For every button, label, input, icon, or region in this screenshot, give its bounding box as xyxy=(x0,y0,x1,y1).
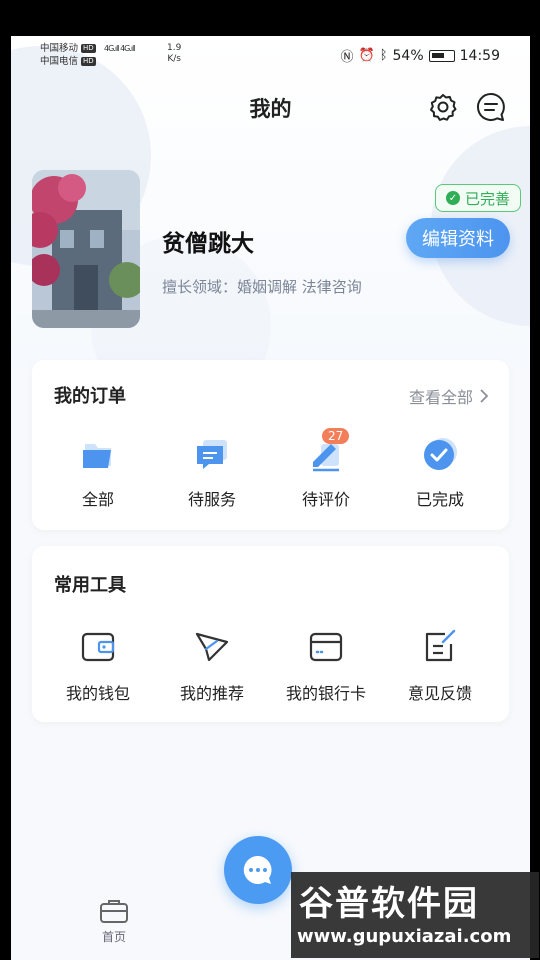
watermark: 谷普软件园 www.gupuxiazai.com xyxy=(291,872,539,958)
battery-icon xyxy=(428,49,455,62)
check-icon: ✓ xyxy=(445,191,460,205)
signal-icon: 4G.ıll 4G.ıll xyxy=(104,44,136,53)
carrier-2: 中国电信 xyxy=(40,56,79,67)
order-pending-review[interactable]: 27 待评价 xyxy=(269,428,383,510)
tools-title: 常用工具 xyxy=(54,575,126,596)
orders-card: 我的订单 查看全部 全部 待服务 27 待评价 已完成 xyxy=(32,360,509,530)
bluetooth-icon: ᛒ xyxy=(379,48,388,63)
tools-card: 常用工具 我的钱包 我的推荐 我的银行卡 意见反馈 xyxy=(32,546,509,722)
tool-wallet[interactable]: 我的钱包 xyxy=(41,628,155,704)
nfc-icon: Ⓝ xyxy=(340,50,354,65)
review-count-badge: 27 xyxy=(322,428,350,444)
edit-profile-button[interactable]: 编辑资料 xyxy=(406,218,510,258)
username: 贫僧跳大 xyxy=(162,231,254,257)
check-circle-icon xyxy=(424,438,457,470)
bank-card-icon xyxy=(309,632,343,662)
chat-fab-button[interactable] xyxy=(224,836,292,904)
tool-feedback[interactable]: 意见反馈 xyxy=(383,628,497,704)
paper-plane-icon xyxy=(195,632,229,662)
hd-badge: HD xyxy=(81,57,96,66)
watermark-url: www.gupuxiazai.com xyxy=(297,926,512,947)
hd-badge: HD xyxy=(81,44,96,53)
watermark-title: 谷普软件园 xyxy=(299,884,479,924)
nav-home-label: 首页 xyxy=(101,930,126,944)
alarm-icon: ⏰ xyxy=(358,48,375,63)
orders-title: 我的订单 xyxy=(54,386,126,407)
carrier-info: 中国移动 HD 中国电信 HD xyxy=(40,42,96,68)
folder-icon xyxy=(83,444,111,468)
nav-home[interactable]: 首页 xyxy=(99,898,129,945)
message-icon[interactable] xyxy=(475,91,507,123)
avatar[interactable] xyxy=(32,170,140,328)
clock: 14:59 xyxy=(459,47,500,64)
briefcase-icon xyxy=(100,900,128,923)
battery-percent: 54% xyxy=(392,47,424,64)
chevron-right-icon xyxy=(480,389,489,403)
specialty-text: 擅长领域：婚姻调解 法律咨询 xyxy=(162,278,362,296)
wallet-icon xyxy=(81,632,115,662)
tool-recommend[interactable]: 我的推荐 xyxy=(155,628,269,704)
carrier-1: 中国移动 xyxy=(40,43,79,54)
view-all-link[interactable]: 查看全部 xyxy=(409,384,489,408)
chat-icon xyxy=(243,855,272,884)
app-screen: 中国移动 HD 中国电信 HD 4G.ıll 4G.ıll 1.9 K/s Ⓝ … xyxy=(11,36,530,960)
order-pending-service[interactable]: 待服务 xyxy=(155,436,269,510)
network-speed: 1.9 K/s xyxy=(167,43,182,64)
order-completed[interactable]: 已完成 xyxy=(383,436,497,510)
status-badge: ✓ 已完善 xyxy=(435,184,521,212)
status-bar: 中国移动 HD 中国电信 HD 4G.ıll 4G.ıll 1.9 K/s Ⓝ … xyxy=(11,36,530,72)
gear-icon[interactable] xyxy=(427,91,459,123)
tool-bank-card[interactable]: 我的银行卡 xyxy=(269,628,383,704)
feedback-icon xyxy=(425,629,456,662)
chat-bubble-icon xyxy=(197,440,227,469)
order-all[interactable]: 全部 xyxy=(41,436,155,510)
